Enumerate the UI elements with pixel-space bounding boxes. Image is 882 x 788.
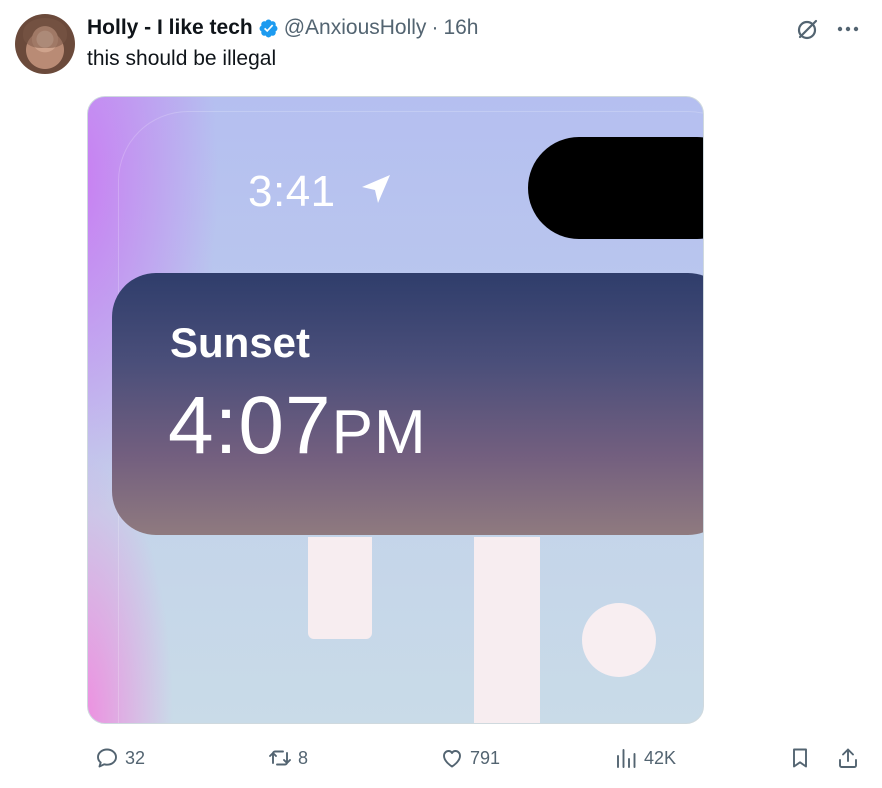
- reply-count: 32: [125, 747, 146, 768]
- dynamic-island: [528, 137, 703, 239]
- location-arrow-icon: [362, 175, 390, 203]
- author-name[interactable]: Holly - I like tech: [87, 16, 253, 40]
- retweet-button[interactable]: 8: [268, 744, 308, 772]
- separator-dot: ·: [431, 16, 439, 39]
- wallpaper-shape-left: [308, 537, 372, 639]
- bookmark-icon: [793, 748, 807, 768]
- reply-icon: [97, 748, 117, 768]
- widget-label: Sunset: [170, 319, 311, 366]
- avatar[interactable]: [15, 14, 75, 74]
- bookmark-button[interactable]: [788, 744, 812, 772]
- views-button[interactable]: 42K: [614, 744, 676, 772]
- wallpaper-shape-right: [474, 537, 540, 723]
- tweet-media-image[interactable]: 3:41 Sunset 4:07PM: [87, 96, 704, 724]
- share-icon: [839, 748, 857, 768]
- views-count: 42K: [644, 747, 677, 768]
- retweet-icon: [269, 750, 291, 766]
- author-handle[interactable]: @AnxiousHolly: [284, 16, 427, 40]
- widget-time-value: 4:07: [168, 380, 332, 471]
- reply-button[interactable]: 32: [95, 744, 145, 772]
- verified-badge-icon: [259, 19, 278, 37]
- wallpaper-circle: [582, 603, 656, 677]
- retweet-count: 8: [298, 747, 309, 768]
- more-icon[interactable]: [835, 20, 861, 38]
- heart-icon: [443, 750, 461, 768]
- grok-icon[interactable]: [795, 16, 821, 42]
- share-button[interactable]: [836, 744, 860, 772]
- tweet-time[interactable]: 16h: [443, 16, 478, 40]
- tweet-header: Holly - I like tech @AnxiousHolly · 16h: [87, 14, 478, 42]
- widget-time-ampm: PM: [331, 398, 427, 467]
- widget-time: 4:07PM: [168, 379, 427, 473]
- sunset-widget: Sunset 4:07PM: [112, 273, 703, 535]
- views-icon: [617, 749, 636, 768]
- tweet-text: this should be illegal: [87, 47, 277, 70]
- like-button[interactable]: 791: [440, 744, 500, 772]
- like-count: 791: [470, 747, 501, 768]
- status-bar-time: 3:41: [248, 167, 336, 216]
